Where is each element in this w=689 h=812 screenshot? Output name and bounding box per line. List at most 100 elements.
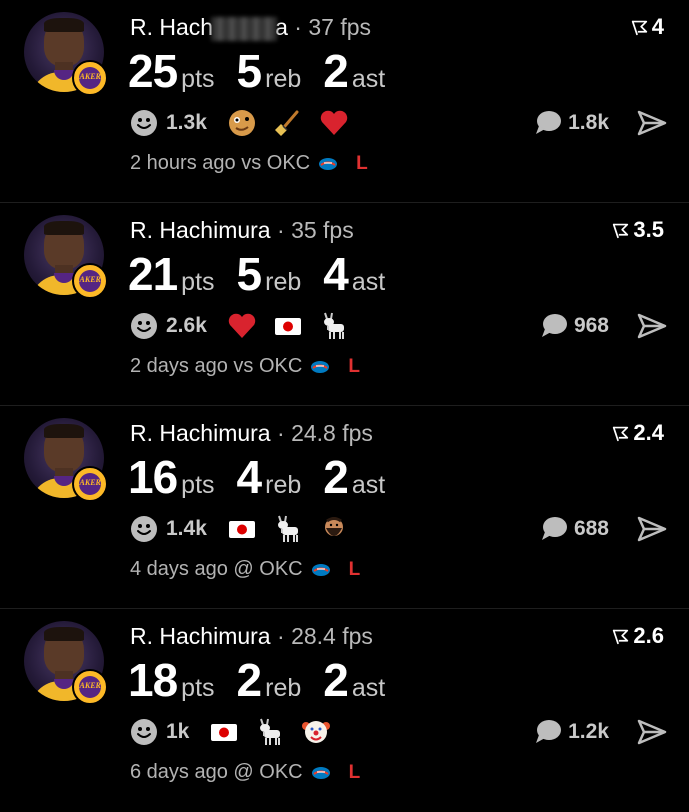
player-avatar[interactable]: LAKERS xyxy=(24,215,108,299)
reaction-emojis xyxy=(209,717,347,747)
red-heart-icon[interactable] xyxy=(319,108,349,138)
player-name[interactable]: R. Hachimura xyxy=(130,217,271,243)
flag-pennant-icon xyxy=(631,20,647,35)
goat-icon[interactable] xyxy=(319,311,349,341)
stat-label: ast xyxy=(351,268,386,296)
stat-post-card[interactable]: LAKERS R. Hach a · 37 fps 4 25 pts 5 reb 2 ast… xyxy=(0,0,689,203)
game-result-badge: L xyxy=(348,761,361,783)
reaction-count: 1.3k xyxy=(166,111,207,134)
stat-label: pts xyxy=(181,471,215,499)
smiley-face-icon[interactable] xyxy=(130,718,158,746)
clown-face-icon[interactable] xyxy=(301,717,331,747)
stat-value: 2 xyxy=(323,654,349,706)
goat-icon[interactable] xyxy=(273,514,303,544)
send-arrow-icon[interactable] xyxy=(637,719,667,745)
comments-button[interactable]: 1.2k xyxy=(534,719,609,745)
stat-pts: 21 pts xyxy=(128,247,215,301)
stat-line: 21 pts 5 reb 4 ast xyxy=(128,247,407,301)
post-time: 2 hours ago xyxy=(130,152,236,174)
fps-value: 35 fps xyxy=(291,217,354,243)
flag-pennant-icon xyxy=(613,223,629,238)
team-logo-badge: LAKERS xyxy=(72,60,108,96)
rating-value: 4 xyxy=(651,14,664,39)
player-avatar[interactable]: LAKERS xyxy=(24,621,108,705)
opponent-text[interactable]: vs OKC xyxy=(241,152,310,175)
stat-post-card[interactable]: LAKERS R. Hachimura · 24.8 fps 2.4 16 pts… xyxy=(0,406,689,609)
stat-label: pts xyxy=(181,65,215,93)
player-avatar[interactable]: LAKERS xyxy=(24,12,108,96)
rating-display[interactable]: 2.6 xyxy=(612,623,664,649)
stat-ast: 4 ast xyxy=(323,247,385,301)
red-heart-icon[interactable] xyxy=(227,311,257,341)
fps-value: 37 fps xyxy=(308,14,371,40)
stat-ast: 2 ast xyxy=(323,450,385,504)
stat-label: reb xyxy=(265,674,302,702)
bearded-man-icon[interactable] xyxy=(319,514,349,544)
stat-pts: 18 pts xyxy=(128,653,215,707)
stat-post-card[interactable]: LAKERS R. Hachimura · 28.4 fps 2.6 18 pts… xyxy=(0,609,689,812)
stat-value: 2 xyxy=(323,45,349,97)
smiley-face-icon[interactable] xyxy=(130,312,158,340)
game-info: 2 hours ago vs OKC L xyxy=(130,152,368,175)
broom-icon[interactable] xyxy=(273,108,303,138)
comments-button[interactable]: 1.8k xyxy=(534,110,609,136)
speech-bubble-icon xyxy=(541,314,567,337)
reactions-bar: 2.6k xyxy=(130,311,365,341)
player-avatar[interactable]: LAKERS xyxy=(24,418,108,502)
post-time: 2 days ago xyxy=(130,355,228,377)
stat-label: ast xyxy=(351,471,386,499)
rating-value: 2.6 xyxy=(633,623,664,648)
opponent-text[interactable]: vs OKC xyxy=(233,355,302,378)
japan-flag-icon[interactable] xyxy=(227,514,257,544)
okc-thunder-logo xyxy=(311,360,330,373)
stat-value: 21 xyxy=(128,248,178,300)
rating-display[interactable]: 3.5 xyxy=(612,217,664,243)
send-arrow-icon[interactable] xyxy=(637,313,667,339)
speech-bubble-icon xyxy=(536,111,562,134)
stat-value: 16 xyxy=(128,451,178,503)
comment-count: 1.2k xyxy=(568,720,609,743)
fps-value: 24.8 fps xyxy=(291,420,373,446)
stat-reb: 5 reb xyxy=(237,44,302,98)
send-arrow-icon[interactable] xyxy=(637,110,667,136)
player-name[interactable]: R. Hachimura xyxy=(130,420,271,446)
zany-face-icon[interactable] xyxy=(227,108,257,138)
reactions-bar: 1k xyxy=(130,717,347,747)
flag-pennant-icon xyxy=(613,426,629,441)
stat-label: pts xyxy=(181,268,215,296)
stat-value: 5 xyxy=(236,45,263,97)
stat-value: 2 xyxy=(236,654,263,706)
comments-button[interactable]: 968 xyxy=(540,313,609,339)
stat-label: ast xyxy=(351,65,386,93)
stat-label: reb xyxy=(265,471,302,499)
smiley-face-icon[interactable] xyxy=(130,515,158,543)
rating-display[interactable]: 4 xyxy=(631,14,664,40)
post-title: R. Hachimura · 35 fps xyxy=(130,217,354,243)
game-info: 6 days ago @ OKC L xyxy=(130,761,360,784)
stat-post-card[interactable]: LAKERS R. Hachimura · 35 fps 3.5 21 pts 5 r… xyxy=(0,203,689,406)
reaction-emojis xyxy=(227,514,365,544)
goat-icon[interactable] xyxy=(255,717,285,747)
player-name[interactable]: R. Hachimura xyxy=(130,623,271,649)
smiley-face-icon[interactable] xyxy=(130,109,158,137)
speech-bubble-icon xyxy=(541,517,567,540)
comments-button[interactable]: 688 xyxy=(540,516,609,542)
send-arrow-icon[interactable] xyxy=(637,516,667,542)
opponent-text[interactable]: @ OKC xyxy=(233,558,302,581)
stat-value: 4 xyxy=(323,248,349,300)
stat-feed: LAKERS R. Hach a · 37 fps 4 25 pts 5 reb 2 ast… xyxy=(0,0,689,812)
japan-flag-icon[interactable] xyxy=(273,311,303,341)
comment-count: 1.8k xyxy=(568,111,609,134)
post-time: 6 days ago xyxy=(130,761,228,783)
stat-label: reb xyxy=(265,65,302,93)
stat-label: ast xyxy=(351,674,386,702)
post-title: R. Hachimura · 24.8 fps xyxy=(130,420,373,446)
stat-label: reb xyxy=(265,268,302,296)
japan-flag-icon[interactable] xyxy=(209,717,239,747)
rating-value: 3.5 xyxy=(633,217,664,242)
stat-line: 18 pts 2 reb 2 ast xyxy=(128,653,407,707)
post-title: R. Hach a · 37 fps xyxy=(130,14,371,41)
opponent-text[interactable]: @ OKC xyxy=(233,761,302,784)
rating-display[interactable]: 2.4 xyxy=(612,420,664,446)
player-name[interactable]: R. Hach xyxy=(130,14,213,40)
